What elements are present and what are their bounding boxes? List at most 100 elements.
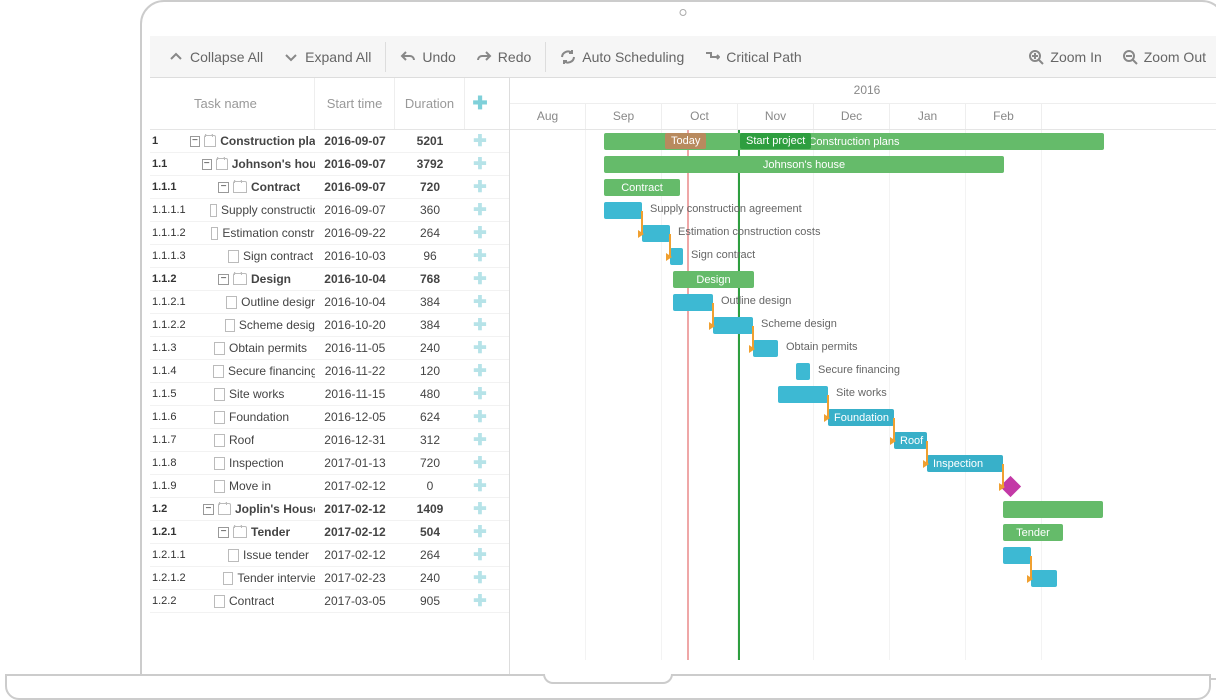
duration-cell: 384: [395, 295, 465, 309]
gantt-row: Construction plansTodayStart project: [510, 130, 1216, 153]
table-row[interactable]: 1.1.1.1Supply construction agreement2016…: [150, 199, 509, 222]
table-row[interactable]: 1.1.1.2Estimation construction costs2016…: [150, 222, 509, 245]
collapse-all-button[interactable]: Collapse All: [158, 43, 273, 71]
collapse-toggle[interactable]: −: [203, 504, 213, 515]
add-task-button[interactable]: ✚: [465, 154, 495, 174]
add-task-button[interactable]: ✚: [465, 338, 495, 358]
summary-bar[interactable]: [1003, 501, 1103, 518]
table-row[interactable]: 1.2.2Contract2017-03-05905✚: [150, 590, 509, 613]
table-row[interactable]: 1.1.2.2Scheme design2016-10-20384✚: [150, 314, 509, 337]
collapse-toggle[interactable]: −: [218, 274, 229, 285]
table-row[interactable]: 1.1.9Move in2017-02-120✚: [150, 475, 509, 498]
add-task-button[interactable]: ✚: [465, 131, 495, 151]
task-bar-label: Secure financing: [818, 364, 900, 376]
zoom-in-button[interactable]: Zoom In: [1018, 43, 1111, 71]
table-row[interactable]: 1.2.1.1Issue tender2017-02-12264✚: [150, 544, 509, 567]
add-task-button[interactable]: ✚: [465, 568, 495, 588]
timeline-body[interactable]: Construction plansTodayStart project John…: [510, 130, 1216, 660]
add-task-button[interactable]: ✚: [465, 499, 495, 519]
summary-bar[interactable]: Design: [673, 271, 754, 288]
add-task-button[interactable]: ✚: [465, 361, 495, 381]
table-row[interactable]: 1.2.1.2Tender interview2017-02-23240✚: [150, 567, 509, 590]
add-task-button[interactable]: ✚: [465, 269, 495, 289]
start-time-cell: 2016-10-04: [315, 295, 395, 309]
task-name: Tender: [251, 525, 290, 539]
toolbar-separator: [545, 42, 546, 72]
start-time-cell: 2016-09-07: [315, 157, 395, 171]
auto-scheduling-button[interactable]: Auto Scheduling: [550, 43, 694, 71]
add-task-button[interactable]: ✚: [465, 430, 495, 450]
main-area: Task name Start time Duration ✚ 1−Constr…: [150, 78, 1216, 678]
start-time-cell: 2016-09-07: [315, 180, 395, 194]
expand-all-label: Expand All: [305, 49, 371, 65]
critical-path-button[interactable]: Critical Path: [694, 43, 811, 71]
folder-icon: [216, 158, 228, 170]
collapse-toggle[interactable]: −: [202, 159, 212, 170]
add-task-button[interactable]: ✚: [465, 246, 495, 266]
expand-all-button[interactable]: Expand All: [273, 43, 381, 71]
start-time-cell: 2017-02-12: [315, 548, 395, 562]
summary-bar[interactable]: Tender: [1003, 524, 1063, 541]
task-bar[interactable]: [604, 202, 642, 219]
table-row[interactable]: 1−Construction plans2016-09-075201✚: [150, 130, 509, 153]
file-icon: [211, 227, 218, 240]
wbs-number: 1.1.1.2: [150, 227, 186, 239]
summary-bar[interactable]: Johnson's house: [604, 156, 1004, 173]
table-row[interactable]: 1.1.2.1Outline design2016-10-04384✚: [150, 291, 509, 314]
table-row[interactable]: 1.1−Johnson's house2016-09-073792✚: [150, 153, 509, 176]
duration-cell: 384: [395, 318, 465, 332]
summary-bar[interactable]: Contract: [604, 179, 680, 196]
add-task-button[interactable]: ✚: [465, 407, 495, 427]
add-task-button[interactable]: ✚: [465, 200, 495, 220]
column-header-task[interactable]: Task name: [150, 78, 315, 129]
add-task-button[interactable]: ✚: [465, 522, 495, 542]
collapse-toggle[interactable]: −: [190, 136, 200, 147]
collapse-toggle[interactable]: −: [218, 527, 229, 538]
add-task-button[interactable]: ✚: [465, 292, 495, 312]
task-bar[interactable]: [796, 363, 810, 380]
table-row[interactable]: 1.1.2−Design2016-10-04768✚: [150, 268, 509, 291]
gantt-timeline[interactable]: 2016 AugSepOctNovDecJanFeb Construction …: [510, 78, 1216, 678]
add-task-button[interactable]: ✚: [465, 591, 495, 611]
column-header-duration[interactable]: Duration: [395, 78, 465, 129]
laptop-frame: Collapse All Expand All Undo Redo Auto S…: [140, 0, 1216, 680]
start-time-cell: 2016-09-22: [315, 226, 395, 240]
add-task-button[interactable]: ✚: [465, 177, 495, 197]
wbs-number: 1.2.2: [150, 595, 186, 607]
table-row[interactable]: 1.1.1.3Sign contract2016-10-0396✚: [150, 245, 509, 268]
table-row[interactable]: 1.1.7Roof2016-12-31312✚: [150, 429, 509, 452]
add-task-button[interactable]: ✚: [465, 476, 495, 496]
add-task-button[interactable]: ✚: [465, 384, 495, 404]
table-row[interactable]: 1.1.6Foundation2016-12-05624✚: [150, 406, 509, 429]
add-task-button[interactable]: ✚: [465, 453, 495, 473]
redo-button[interactable]: Redo: [466, 43, 541, 71]
start-project-badge: Start project: [740, 133, 811, 149]
undo-button[interactable]: Undo: [390, 43, 465, 71]
file-icon: [214, 342, 225, 355]
duration-cell: 1409: [395, 502, 465, 516]
column-header-start[interactable]: Start time: [315, 78, 395, 129]
table-row[interactable]: 1.1.3Obtain permits2016-11-05240✚: [150, 337, 509, 360]
duration-cell: 0: [395, 479, 465, 493]
collapse-toggle[interactable]: −: [218, 182, 229, 193]
table-row[interactable]: 1.1.8Inspection2017-01-13720✚: [150, 452, 509, 475]
add-task-button[interactable]: ✚: [465, 545, 495, 565]
table-row[interactable]: 1.2−Joplin's House2017-02-121409✚: [150, 498, 509, 521]
table-row[interactable]: 1.1.5Site works2016-11-15480✚: [150, 383, 509, 406]
dependency-link[interactable]: [1027, 552, 1216, 678]
duration-cell: 480: [395, 387, 465, 401]
table-row[interactable]: 1.2.1−Tender2017-02-12504✚: [150, 521, 509, 544]
timeline-months: AugSepOctNovDecJanFeb: [510, 104, 1216, 129]
add-task-button[interactable]: ✚: [465, 315, 495, 335]
task-name: Issue tender: [243, 548, 309, 562]
duration-cell: 905: [395, 594, 465, 608]
task-bar[interactable]: [673, 294, 713, 311]
table-row[interactable]: 1.1.4Secure financing2016-11-22120✚: [150, 360, 509, 383]
add-task-button[interactable]: ✚: [465, 223, 495, 243]
zoom-out-button[interactable]: Zoom Out: [1112, 43, 1216, 71]
start-time-cell: 2016-12-05: [315, 410, 395, 424]
duration-cell: 360: [395, 203, 465, 217]
table-row[interactable]: 1.1.1−Contract2016-09-07720✚: [150, 176, 509, 199]
task-bar[interactable]: [778, 386, 828, 403]
add-column-button[interactable]: ✚: [465, 78, 495, 129]
